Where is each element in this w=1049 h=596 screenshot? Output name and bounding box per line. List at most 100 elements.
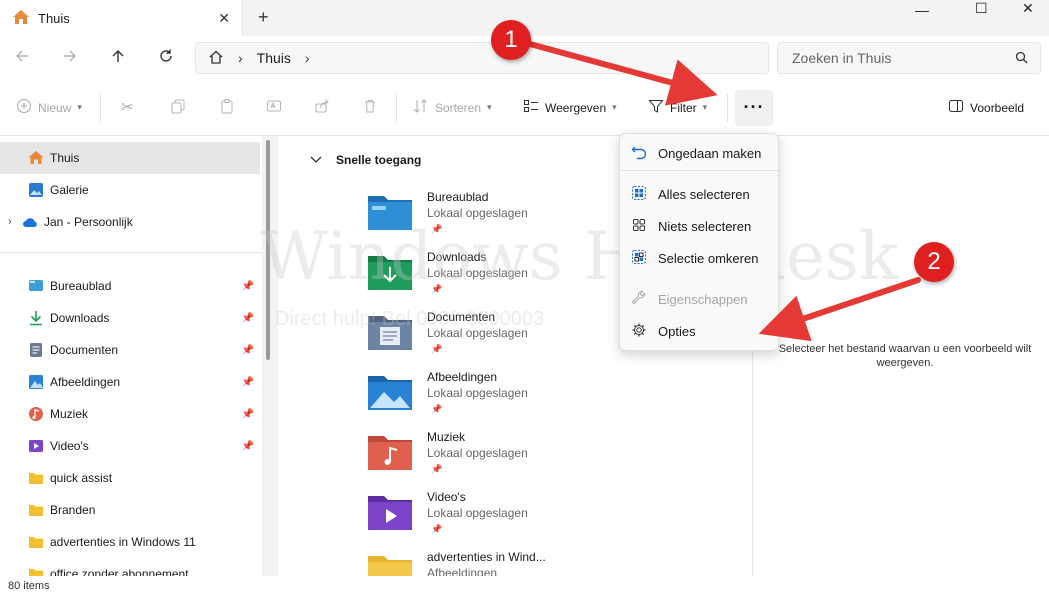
address-bar[interactable]: › Thuis ›: [195, 42, 769, 74]
up-arrow-icon[interactable]: [110, 48, 126, 69]
item-location: Lokaal opgeslagen: [427, 266, 528, 280]
annotation-badge-2: 2: [914, 242, 954, 282]
maximize-button[interactable]: ☐: [975, 0, 988, 20]
forward-arrow-icon[interactable]: [62, 48, 78, 69]
pin-icon[interactable]: 📌: [242, 313, 254, 324]
breadcrumb-location[interactable]: Thuis: [257, 50, 291, 66]
sidebar-divider: [0, 252, 262, 253]
search-input[interactable]: Zoeken in Thuis: [777, 42, 1041, 74]
sidebar-item-afbeeldingen[interactable]: Afbeeldingen 📌: [0, 366, 260, 398]
sidebar-item-documenten[interactable]: Documenten 📌: [0, 334, 260, 366]
rename-icon[interactable]: [266, 98, 282, 114]
menu-item-properties[interactable]: Eigenschappen: [620, 283, 778, 315]
sidebar-item-bureaublad[interactable]: Bureaublad 📌: [0, 270, 260, 302]
sidebar-item-label: Thuis: [50, 151, 80, 165]
menu-item-options[interactable]: Opties: [620, 315, 778, 347]
pin-icon[interactable]: 📌: [242, 345, 254, 356]
paste-icon[interactable]: [219, 98, 235, 114]
sort-button[interactable]: Sorteren ▾: [413, 98, 492, 117]
sidebar-item-label: Jan - Persoonlijk: [44, 215, 133, 229]
filter-label: Filter: [670, 100, 697, 115]
cut-icon[interactable]: ✂: [121, 98, 134, 116]
quick-access-item[interactable]: Muziek Lokaal opgeslagen 📌: [368, 430, 728, 486]
pin-icon[interactable]: 📌: [242, 409, 254, 420]
menu-item-select-all[interactable]: Alles selecteren: [620, 178, 778, 210]
menu-item-label: Eigenschappen: [658, 291, 748, 307]
preview-message: Selecteer het bestand waarvan u een voor…: [778, 343, 1032, 369]
back-arrow-icon[interactable]: [14, 48, 30, 69]
menu-item-undo[interactable]: Ongedaan maken: [620, 137, 778, 169]
cloud-icon: [22, 214, 38, 230]
pin-icon: 📌: [431, 224, 443, 234]
see-more-button[interactable]: ···: [735, 90, 773, 126]
tab-thuis[interactable]: Thuis ✕: [0, 0, 243, 36]
pin-icon[interactable]: 📌: [242, 281, 254, 292]
music-icon: [28, 406, 44, 422]
item-location: Lokaal opgeslagen: [427, 326, 528, 340]
preview-button[interactable]: Voorbeeld: [948, 98, 1024, 117]
sidebar-item-advertenties[interactable]: advertenties in Windows 11: [0, 526, 260, 558]
quick-access-item[interactable]: Video's Lokaal opgeslagen 📌: [368, 490, 728, 546]
item-name: advertenties in Wind...: [427, 550, 546, 564]
sidebar-item-muziek[interactable]: Muziek 📌: [0, 398, 260, 430]
folder-icon: [28, 534, 44, 550]
sidebar-item-label: quick assist: [50, 471, 113, 485]
refresh-icon[interactable]: [158, 48, 174, 69]
chevron-down-icon[interactable]: [310, 153, 322, 167]
sidebar-item-galerie[interactable]: Galerie: [0, 174, 260, 206]
menu-item-select-none[interactable]: Niets selecteren: [620, 210, 778, 242]
section-title: Snelle toegang: [336, 153, 422, 167]
downloads-folder-icon: [368, 254, 412, 290]
sidebar-item-label: Downloads: [50, 311, 110, 325]
video-icon: [28, 438, 44, 454]
home-icon[interactable]: [208, 49, 224, 68]
sidebar-item-thuis[interactable]: Thuis: [0, 142, 260, 174]
item-location: Afbeeldingen: [427, 566, 498, 576]
toolbar-divider: [727, 94, 728, 122]
sidebar-item-downloads[interactable]: Downloads 📌: [0, 302, 260, 334]
documents-folder-icon: [368, 314, 412, 350]
quick-access-item[interactable]: Afbeeldingen Lokaal opgeslagen 📌: [368, 370, 728, 426]
item-name: Bureaublad: [427, 190, 489, 204]
item-name: Documenten: [427, 310, 496, 324]
pin-icon: 📌: [431, 344, 443, 354]
new-button[interactable]: Nieuw ▾: [16, 98, 82, 117]
pictures-folder-icon: [368, 374, 412, 410]
quick-access-item[interactable]: advertenties in Wind... Afbeeldingen: [368, 550, 728, 576]
breadcrumb-separator[interactable]: ›: [305, 50, 310, 66]
pin-icon[interactable]: 📌: [242, 441, 254, 452]
sidebar-item-label: Muziek: [50, 407, 89, 421]
quick-access-header[interactable]: Snelle toegang: [310, 153, 421, 167]
chevron-right-icon[interactable]: ›: [8, 216, 22, 228]
sidebar-scrollbar[interactable]: [266, 140, 270, 360]
new-tab-button[interactable]: +: [258, 7, 269, 28]
share-icon[interactable]: [314, 98, 330, 114]
search-icon: [1015, 51, 1028, 67]
menu-item-invert-selection[interactable]: Selectie omkeren: [620, 242, 778, 274]
sidebar-item-videos[interactable]: Video's 📌: [0, 430, 260, 462]
preview-pane-icon: [948, 98, 964, 117]
filter-button[interactable]: Filter ▾: [648, 98, 707, 117]
pin-icon[interactable]: 📌: [242, 377, 254, 388]
copy-icon[interactable]: [170, 98, 186, 114]
view-button[interactable]: Weergeven ▾: [523, 98, 617, 117]
new-label: Nieuw: [38, 100, 72, 115]
close-tab-icon[interactable]: ✕: [218, 10, 230, 27]
sidebar-item-label: Afbeeldingen: [50, 375, 121, 389]
sidebar-item-quick-assist[interactable]: quick assist: [0, 462, 260, 494]
menu-item-label: Selectie omkeren: [658, 250, 759, 266]
sidebar-item-onedrive[interactable]: › Jan - Persoonlijk: [0, 206, 260, 238]
item-location: Lokaal opgeslagen: [427, 506, 528, 520]
item-location: Lokaal opgeslagen: [427, 206, 528, 220]
item-name: Afbeeldingen: [427, 370, 498, 384]
close-window-button[interactable]: ✕: [1022, 0, 1034, 20]
toolbar-divider: [100, 94, 101, 122]
sidebar-item-branden[interactable]: Branden: [0, 494, 260, 526]
sidebar-item-office[interactable]: office zonder abonnement: [0, 558, 260, 576]
minimize-button[interactable]: —: [915, 2, 929, 22]
breadcrumb-separator[interactable]: ›: [238, 50, 243, 66]
tab-title: Thuis: [38, 10, 70, 26]
download-icon: [28, 310, 44, 326]
pin-icon: 📌: [431, 284, 443, 294]
delete-icon[interactable]: [362, 98, 378, 114]
